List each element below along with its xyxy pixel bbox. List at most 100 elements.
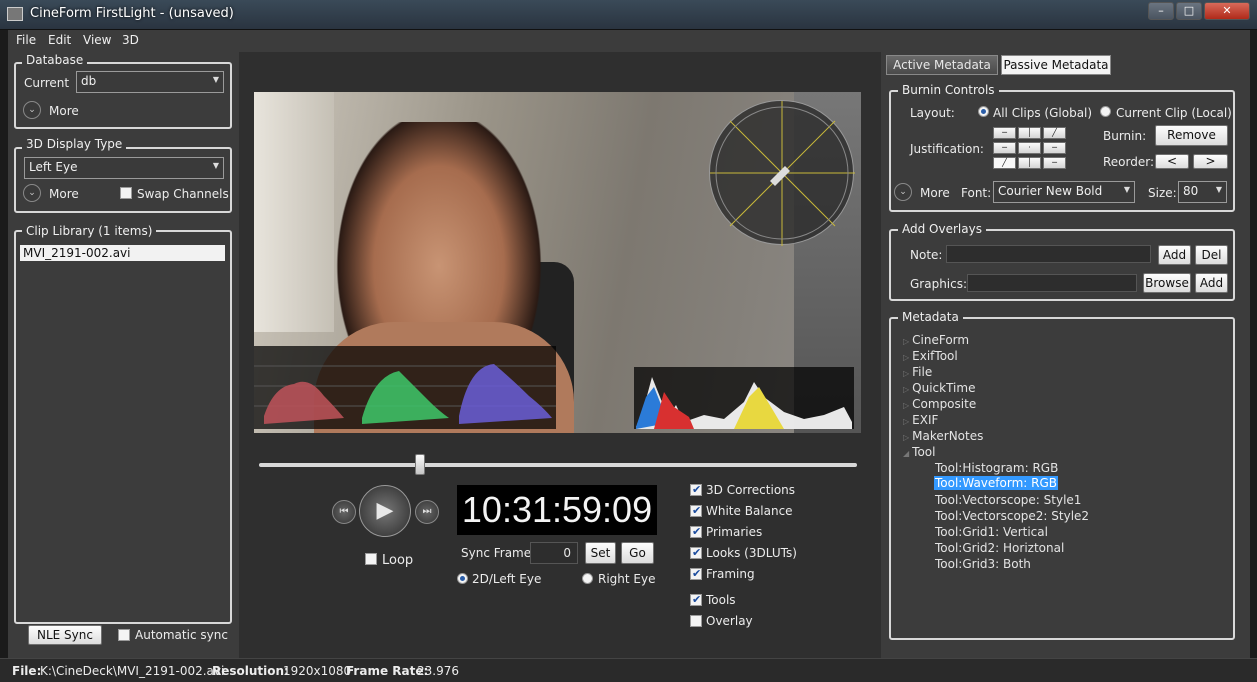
white-balance-checkbox[interactable] <box>690 504 702 517</box>
display-type-select[interactable]: Left Eye ▼ <box>24 157 224 179</box>
database-more-toggle[interactable]: ⌄ <box>23 101 41 119</box>
resolution-label: Resolution: <box>212 664 289 678</box>
database-select[interactable]: db ▼ <box>76 71 224 93</box>
tree-leaf-selected[interactable]: Tool:Waveform: RGB <box>934 476 1058 490</box>
tree-node-label: Tool <box>912 445 936 459</box>
play-button[interactable]: ▶ <box>359 485 411 537</box>
menu-file[interactable]: File <box>16 33 36 47</box>
note-input[interactable] <box>946 245 1151 263</box>
tree-node-cineform[interactable]: ▷ CineForm <box>903 333 969 347</box>
graphics-add-button[interactable]: Add <box>1195 273 1228 293</box>
reorder-prev-button[interactable]: < <box>1155 154 1189 169</box>
reorder-label: Reorder: <box>1103 155 1155 169</box>
display-more-toggle[interactable]: ⌄ <box>23 184 41 202</box>
justify-middle-left-button[interactable]: ─ <box>993 142 1016 154</box>
tree-leaf[interactable]: Tool:Grid2: Horiztonal <box>935 541 1064 555</box>
font-label: Font: <box>961 186 992 200</box>
sync-frame-input[interactable]: 0 <box>530 542 578 564</box>
menu-view[interactable]: View <box>83 33 111 47</box>
chevron-down-icon: ▼ <box>1215 185 1222 194</box>
tree-node-quicktime[interactable]: ▷ QuickTime <box>903 381 975 395</box>
framing-checkbox[interactable] <box>690 567 702 580</box>
tree-leaf[interactable]: Tool:Vectorscope: Style1 <box>935 493 1081 507</box>
clip-list-item[interactable]: MVI_2191-002.avi <box>20 245 225 261</box>
note-del-button[interactable]: Del <box>1195 245 1228 265</box>
expand-icon: ▷ <box>903 433 910 442</box>
tree-node-exif[interactable]: ▷ EXIF <box>903 413 938 427</box>
sync-frame-label: Sync Frame: <box>461 546 536 560</box>
scrub-handle[interactable] <box>415 454 426 475</box>
chevron-down-icon: ⌄ <box>899 187 907 197</box>
left-eye-radio[interactable] <box>457 573 468 584</box>
loop-checkbox[interactable] <box>365 553 377 565</box>
previous-frame-button[interactable]: ⏮ <box>332 500 356 524</box>
justify-center-button[interactable]: · <box>1018 142 1041 154</box>
tree-leaf[interactable]: Tool:Histogram: RGB <box>935 461 1058 475</box>
menu-edit[interactable]: Edit <box>48 33 71 47</box>
justification-label: Justification: <box>910 142 984 156</box>
tools-checkbox[interactable] <box>690 593 702 606</box>
tree-leaf[interactable]: Tool:Grid1: Vertical <box>935 525 1048 539</box>
overlay-checkbox[interactable] <box>690 615 702 627</box>
automatic-sync-checkbox[interactable] <box>118 629 130 641</box>
swap-channels-label: Swap Channels <box>137 187 229 201</box>
looks-checkbox[interactable] <box>690 546 702 559</box>
tab-passive-metadata[interactable]: Passive Metadata <box>1001 55 1111 75</box>
next-frame-button[interactable]: ⏭ <box>415 500 439 524</box>
menu-bar: File Edit View 3D <box>8 30 1250 52</box>
set-button[interactable]: Set <box>585 542 616 564</box>
tree-node-composite[interactable]: ▷ Composite <box>903 397 976 411</box>
all-clips-label: All Clips (Global) <box>993 106 1093 120</box>
scrub-track[interactable] <box>259 463 857 467</box>
left-eye-label: 2D/Left Eye <box>472 572 542 586</box>
tree-node-label: QuickTime <box>912 381 976 395</box>
justify-middle-right-button[interactable]: ─ <box>1043 142 1066 154</box>
tree-leaf[interactable]: Tool:Grid3: Both <box>935 557 1031 571</box>
tree-node-exiftool[interactable]: ▷ ExifTool <box>903 349 958 363</box>
go-button[interactable]: Go <box>621 542 654 564</box>
expand-icon: ▷ <box>903 401 910 410</box>
tree-node-makernotes[interactable]: ▷ MakerNotes <box>903 429 983 443</box>
tree-leaf[interactable]: Tool:Vectorscope2: Style2 <box>935 509 1089 523</box>
graphics-input[interactable] <box>967 274 1137 292</box>
layout-label: Layout: <box>910 106 955 120</box>
size-select[interactable]: 80 ▼ <box>1178 181 1227 203</box>
tab-active-metadata[interactable]: Active Metadata <box>886 55 998 75</box>
primaries-checkbox[interactable] <box>690 525 702 538</box>
justify-bottom-right-button[interactable]: ─ <box>1043 157 1066 169</box>
browse-button[interactable]: Browse <box>1143 273 1191 293</box>
database-more-label: More <box>49 104 79 118</box>
3d-corrections-checkbox[interactable] <box>690 483 702 496</box>
chevron-down-icon: ⌄ <box>28 105 36 115</box>
tree-node-file[interactable]: ▷ File <box>903 365 932 379</box>
window-title: CineForm FirstLight - (unsaved) <box>30 6 234 21</box>
note-label: Note: <box>910 248 943 262</box>
minimize-button[interactable]: – <box>1148 2 1174 20</box>
waveform-overlay <box>254 346 556 429</box>
tree-node-tool[interactable]: ◢ Tool <box>903 445 935 459</box>
burnin-more-toggle[interactable]: ⌄ <box>894 183 912 201</box>
note-add-button[interactable]: Add <box>1158 245 1191 265</box>
automatic-sync-label: Automatic sync <box>135 628 228 642</box>
metadata-title: Metadata <box>898 310 963 324</box>
menu-3d[interactable]: 3D <box>122 33 139 47</box>
video-frame[interactable] <box>254 92 861 433</box>
current-clip-radio[interactable] <box>1100 106 1111 117</box>
maximize-button[interactable]: □ <box>1176 2 1202 20</box>
nle-sync-button[interactable]: NLE Sync <box>28 625 102 645</box>
all-clips-radio[interactable] <box>978 106 989 117</box>
file-label: File: <box>12 664 42 678</box>
close-button[interactable]: ✕ <box>1204 2 1250 20</box>
vectorscope-graphic <box>710 101 855 246</box>
justify-top-left-button[interactable]: ─ <box>993 127 1016 139</box>
resolution-value: 1920x1080 <box>283 664 352 678</box>
right-eye-radio[interactable] <box>582 573 593 584</box>
justify-bottom-center-button[interactable]: │ <box>1018 157 1041 169</box>
remove-button[interactable]: Remove <box>1155 125 1228 146</box>
justify-bottom-left-button[interactable]: ╱ <box>993 157 1016 169</box>
font-select[interactable]: Courier New Bold ▼ <box>993 181 1135 203</box>
reorder-next-button[interactable]: > <box>1193 154 1228 169</box>
justify-top-center-button[interactable]: │ <box>1018 127 1041 139</box>
swap-channels-checkbox[interactable] <box>120 187 132 199</box>
justify-top-right-button[interactable]: ╱ <box>1043 127 1066 139</box>
